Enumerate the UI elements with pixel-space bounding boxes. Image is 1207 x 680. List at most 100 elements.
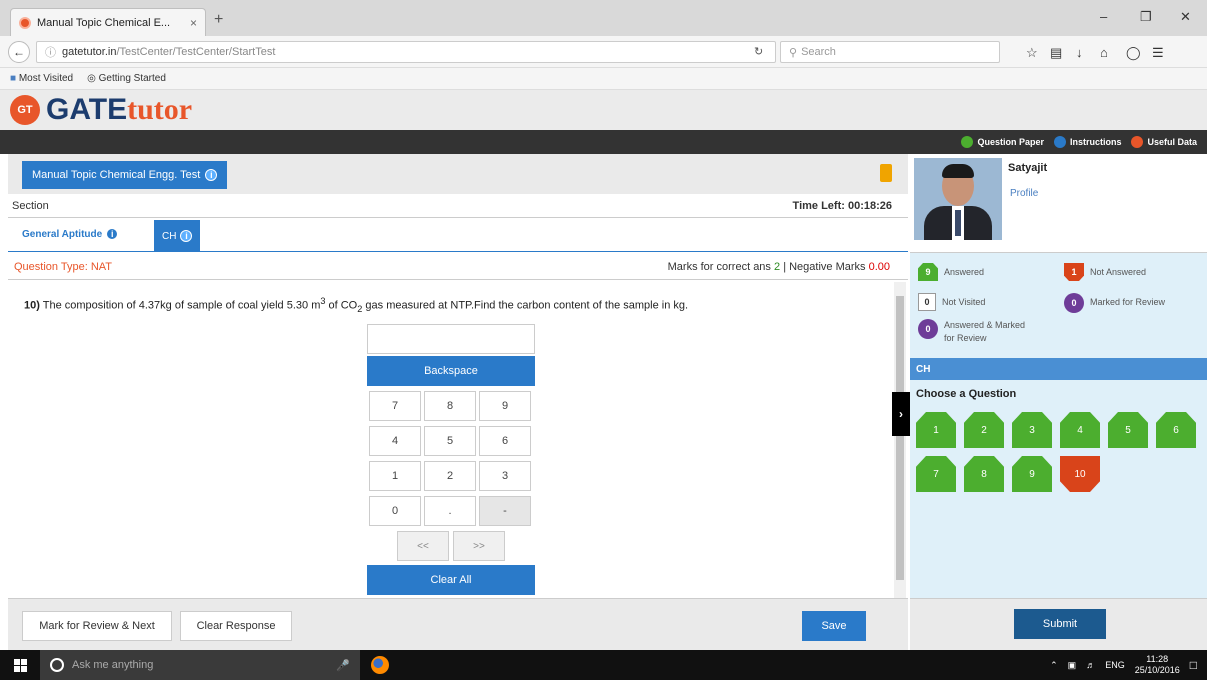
marks-info: Marks for correct ans 2 | Negative Marks… bbox=[668, 261, 890, 273]
key-0[interactable]: 0 bbox=[369, 496, 421, 526]
question-text-part: of CO bbox=[325, 299, 358, 312]
key-decimal[interactable]: . bbox=[424, 496, 476, 526]
calculator-icon[interactable] bbox=[880, 164, 892, 182]
new-tab-icon[interactable]: + bbox=[214, 11, 223, 29]
question-button-1[interactable]: 1 bbox=[916, 412, 956, 448]
favicon-icon bbox=[19, 16, 31, 29]
key-1[interactable]: 1 bbox=[369, 461, 421, 491]
browser-search-input[interactable]: ⚲ Search bbox=[780, 41, 1000, 63]
instructions-link[interactable]: Instructions bbox=[1053, 136, 1121, 148]
browser-tab[interactable]: Manual Topic Chemical E... × bbox=[10, 8, 206, 36]
url-path: /TestCenter/TestCenter/StartTest bbox=[116, 46, 276, 58]
reading-list-icon[interactable]: ▤ bbox=[1050, 45, 1062, 61]
cursor-right-button[interactable]: >> bbox=[453, 531, 505, 561]
bookmarks-bar: ■ Most Visited ◎ Getting Started bbox=[0, 68, 1207, 90]
language-indicator[interactable]: ENG bbox=[1105, 660, 1125, 670]
question-paper-icon bbox=[961, 136, 974, 148]
logo-gate-text: GATE bbox=[46, 93, 128, 126]
key-5[interactable]: 5 bbox=[424, 426, 476, 456]
action-bar: Mark for Review & Next Clear Response Sa… bbox=[8, 598, 908, 650]
reload-icon[interactable]: ↻ bbox=[754, 45, 763, 58]
pocket-icon[interactable]: ◯ bbox=[1126, 45, 1141, 61]
question-button-4[interactable]: 4 bbox=[1060, 412, 1100, 448]
info-icon: ⓘ bbox=[45, 47, 56, 59]
useful-data-link[interactable]: Useful Data bbox=[1131, 136, 1197, 148]
backspace-button[interactable]: Backspace bbox=[367, 356, 535, 386]
info-icon[interactable]: i bbox=[106, 228, 119, 240]
scroll-thumb[interactable] bbox=[896, 296, 904, 580]
cursor-left-button[interactable]: << bbox=[397, 531, 449, 561]
site-header: GT GATE tutor bbox=[0, 90, 1207, 130]
minimize-icon[interactable]: – bbox=[1100, 9, 1107, 24]
bookmark-most-visited[interactable]: ■ Most Visited bbox=[10, 73, 73, 84]
question-button-2[interactable]: 2 bbox=[964, 412, 1004, 448]
maximize-icon[interactable]: ❐ bbox=[1140, 9, 1152, 25]
question-button-7[interactable]: 7 bbox=[916, 456, 956, 492]
profile-link[interactable]: Profile bbox=[1010, 188, 1038, 199]
time-left: Time Left: 00:18:26 bbox=[792, 199, 892, 212]
marks-separator: | Negative Marks bbox=[783, 260, 866, 273]
notifications-icon[interactable]: □ bbox=[1190, 658, 1197, 672]
mark-review-next-button[interactable]: Mark for Review & Next bbox=[22, 611, 172, 641]
info-icon[interactable]: i bbox=[205, 169, 218, 181]
question-button-8[interactable]: 8 bbox=[964, 456, 1004, 492]
tab-close-icon[interactable]: × bbox=[190, 16, 197, 30]
menu-icon[interactable]: ☰ bbox=[1152, 45, 1164, 61]
answered-marked-icon: 0 bbox=[918, 319, 938, 339]
key-8[interactable]: 8 bbox=[424, 391, 476, 421]
tab-label: CH bbox=[162, 230, 177, 242]
globe-icon: ◎ bbox=[87, 73, 96, 84]
tray-chevron-icon[interactable]: ⌃ bbox=[1050, 660, 1058, 671]
microphone-icon[interactable]: 🎤 bbox=[336, 659, 350, 672]
url-bar[interactable]: ⓘ gatetutor.in /TestCenter/TestCenter/St… bbox=[36, 41, 776, 63]
tab-general-aptitude[interactable]: General Aptitude i bbox=[22, 228, 119, 240]
clock[interactable]: 11:28 25/10/2016 bbox=[1135, 654, 1180, 676]
question-scrollbar[interactable] bbox=[894, 282, 906, 598]
legend-marked: 0 Marked for Review bbox=[1064, 293, 1165, 313]
answered-icon: 9 bbox=[918, 263, 938, 281]
avatar-tie bbox=[955, 210, 961, 236]
volume-icon[interactable]: ♬ bbox=[1086, 660, 1095, 670]
question-button-9[interactable]: 9 bbox=[1012, 456, 1052, 492]
question-paper-link[interactable]: Question Paper bbox=[961, 136, 1044, 148]
info-icon[interactable]: i bbox=[180, 230, 193, 242]
top-links-bar: Question Paper Instructions Useful Data bbox=[0, 130, 1207, 154]
key-9[interactable]: 9 bbox=[479, 391, 531, 421]
bookmark-getting-started[interactable]: ◎ Getting Started bbox=[87, 73, 166, 84]
bookmark-star-icon[interactable]: ☆ bbox=[1026, 45, 1038, 61]
key-4[interactable]: 4 bbox=[369, 426, 421, 456]
clear-all-button[interactable]: Clear All bbox=[367, 565, 535, 595]
back-icon[interactable]: ← bbox=[8, 41, 30, 63]
submit-button[interactable]: Submit bbox=[1014, 609, 1106, 639]
question-type: Question Type: NAT bbox=[14, 260, 113, 273]
key-3[interactable]: 3 bbox=[479, 461, 531, 491]
question-button-10[interactable]: 10 bbox=[1060, 456, 1100, 492]
answer-input[interactable] bbox=[367, 324, 535, 354]
cortana-search[interactable]: Ask me anything 🎤 bbox=[40, 650, 360, 680]
network-icon[interactable]: ▣ bbox=[1068, 660, 1077, 671]
save-button[interactable]: Save bbox=[802, 611, 866, 641]
key-2[interactable]: 2 bbox=[424, 461, 476, 491]
system-tray: ⌃ ▣ ♬ ENG 11:28 25/10/2016 □ bbox=[1050, 654, 1207, 676]
window-close-icon[interactable]: ✕ bbox=[1180, 9, 1191, 25]
question-button-6[interactable]: 6 bbox=[1156, 412, 1196, 448]
question-number: 10) bbox=[24, 299, 40, 312]
tab-ch[interactable]: CH i bbox=[154, 220, 201, 252]
firefox-taskbar-icon[interactable] bbox=[360, 650, 400, 680]
question-button-5[interactable]: 5 bbox=[1108, 412, 1148, 448]
question-button-3[interactable]: 3 bbox=[1012, 412, 1052, 448]
profile-card: Satyajit Profile bbox=[910, 154, 1207, 242]
legend-not-visited: 0 Not Visited bbox=[918, 293, 985, 311]
home-icon[interactable]: ⌂ bbox=[1100, 45, 1108, 60]
test-name-tab[interactable]: Manual Topic Chemical Engg. Test i bbox=[22, 161, 228, 189]
clear-response-button[interactable]: Clear Response bbox=[180, 611, 292, 641]
link-label: Useful Data bbox=[1147, 137, 1197, 147]
collapse-panel-icon[interactable]: › bbox=[892, 392, 910, 436]
start-button[interactable] bbox=[0, 650, 40, 680]
key-6[interactable]: 6 bbox=[479, 426, 531, 456]
key-7[interactable]: 7 bbox=[369, 391, 421, 421]
browser-tab-title: Manual Topic Chemical E... bbox=[37, 16, 171, 29]
key-minus[interactable]: - bbox=[479, 496, 531, 526]
search-placeholder: Search bbox=[801, 46, 836, 58]
download-icon[interactable]: ↓ bbox=[1076, 45, 1083, 60]
